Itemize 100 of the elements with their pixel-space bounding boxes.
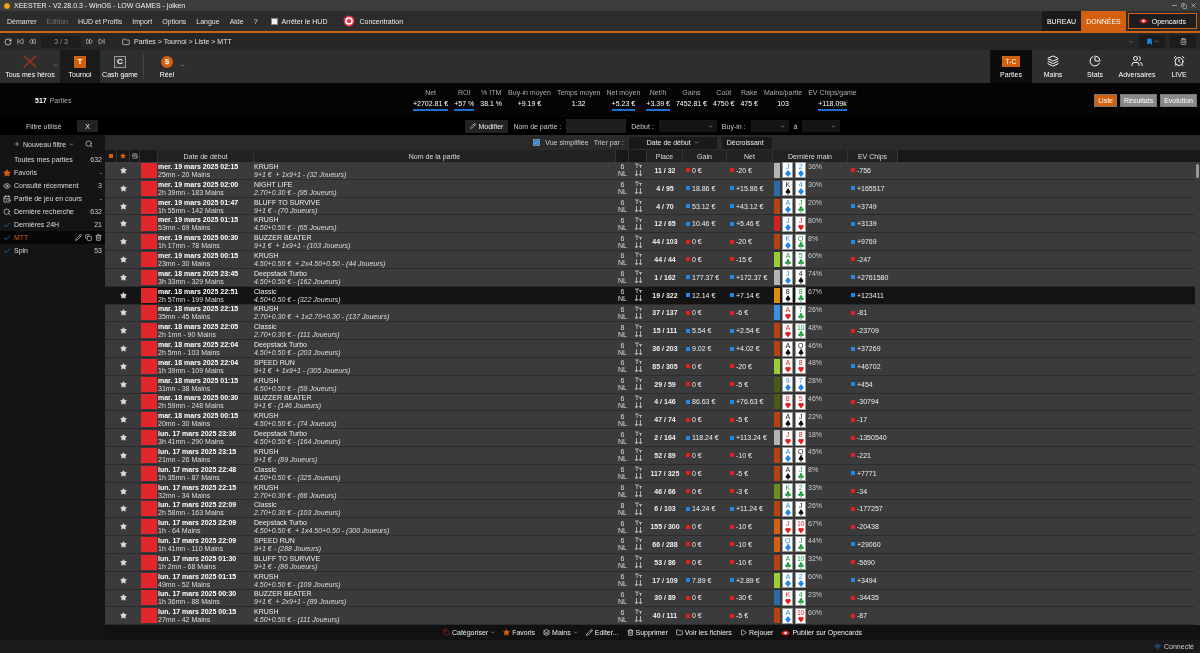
diamond-icon <box>784 508 791 516</box>
room-logo-icon <box>141 519 157 535</box>
t-arrows-icon <box>633 199 643 214</box>
t-arrows-icon <box>633 359 643 374</box>
target-icon <box>343 15 356 27</box>
t-arrows-icon <box>633 537 643 552</box>
star-icon <box>120 612 127 620</box>
t-arrows-icon <box>633 252 643 267</box>
eye-icon <box>3 181 11 190</box>
star-icon <box>503 629 511 636</box>
star-icon <box>120 576 127 584</box>
room-logo-icon <box>141 536 157 552</box>
club-icon <box>784 259 791 267</box>
star-icon <box>120 202 127 210</box>
club-icon <box>784 491 791 499</box>
club-icon <box>797 241 804 249</box>
clipboard-icon <box>1179 38 1187 45</box>
room-logo-icon <box>141 483 157 499</box>
clipboard-button[interactable] <box>1170 35 1196 48</box>
caret-icon <box>1128 38 1134 45</box>
caret-icon <box>779 123 785 129</box>
room-logo-icon <box>141 251 157 267</box>
calendar-icon <box>3 194 11 203</box>
skip-forward-icon <box>98 38 105 45</box>
connection-icon <box>1154 643 1162 650</box>
room-logo-icon <box>141 465 157 481</box>
trash-icon <box>95 234 102 241</box>
letter-icon: C <box>114 55 126 68</box>
room-logo-icon <box>141 608 157 624</box>
refresh-button[interactable] <box>4 37 12 46</box>
room-logo-icon <box>141 554 157 570</box>
previous-page-button[interactable] <box>29 38 36 45</box>
room-logo-icon <box>141 376 157 392</box>
t-arrows-icon <box>633 234 643 249</box>
t-arrows-icon <box>633 430 643 445</box>
t-arrows-icon <box>633 519 643 534</box>
next-page-button[interactable] <box>86 38 93 45</box>
hud-checkbox[interactable] <box>270 17 278 25</box>
room-logo-icon <box>141 590 157 606</box>
t-arrows-icon <box>633 412 643 427</box>
diamond-icon <box>784 455 791 463</box>
room-logo-icon <box>141 287 157 303</box>
t-arrows-icon <box>633 288 643 303</box>
room-logo-icon <box>141 447 157 463</box>
t-arrows-icon <box>633 484 643 499</box>
minimize-icon <box>1171 2 1178 9</box>
room-logo-icon <box>141 162 157 178</box>
start-dropdown[interactable] <box>658 120 717 132</box>
star-icon <box>120 362 127 370</box>
fast-forward-icon <box>86 38 93 45</box>
room-logo-icon <box>141 412 157 428</box>
tag-icon <box>442 629 450 636</box>
calendar-icon <box>131 153 138 159</box>
star-icon <box>3 168 11 177</box>
play-icon <box>739 629 747 636</box>
heart-icon <box>784 330 791 338</box>
room-logo-icon <box>141 501 157 517</box>
diamond-icon <box>784 277 791 285</box>
star-icon <box>120 291 127 299</box>
t-arrows-icon <box>633 323 643 338</box>
t-arrows-icon <box>633 216 643 231</box>
coin-icon: $ <box>161 55 173 68</box>
search-icon <box>85 140 93 148</box>
caret-icon <box>693 140 699 145</box>
star-icon <box>120 523 127 531</box>
folder-icon <box>675 629 683 636</box>
t-arrows-icon <box>633 181 643 196</box>
diamond-icon <box>784 615 791 623</box>
diamond-icon <box>784 544 791 552</box>
room-logo-icon <box>141 572 157 588</box>
room-logo-icon <box>141 216 157 232</box>
star-icon <box>120 398 127 406</box>
last-page-button[interactable] <box>98 38 105 45</box>
room-logo-icon <box>141 358 157 374</box>
star-icon <box>120 273 127 281</box>
club-icon <box>797 562 804 570</box>
club-icon <box>797 544 804 552</box>
restore-icon <box>1181 2 1187 9</box>
room-logo-icon <box>141 180 157 196</box>
t-arrows-icon <box>633 555 643 570</box>
t-arrows-icon <box>633 501 643 516</box>
pencil-icon <box>75 234 82 241</box>
heart-icon <box>797 223 804 231</box>
star-icon <box>120 380 127 388</box>
alarm-clock-icon <box>1173 55 1185 67</box>
name-field[interactable] <box>566 119 627 133</box>
club-icon <box>797 206 804 214</box>
simplified-checkbox[interactable] <box>533 139 541 146</box>
first-page-button[interactable] <box>17 38 24 45</box>
t-arrows-icon <box>633 305 643 320</box>
trash-icon <box>626 629 634 636</box>
folder-icon <box>122 37 130 46</box>
diamond-icon <box>784 223 791 231</box>
scrollbar-thumb[interactable] <box>1196 164 1199 178</box>
spade-icon <box>797 455 804 463</box>
star-icon <box>120 540 127 548</box>
spade-icon <box>797 508 804 516</box>
bookmark-button[interactable] <box>1139 35 1165 48</box>
close-icon <box>1190 2 1197 9</box>
diamond-icon <box>784 206 791 214</box>
